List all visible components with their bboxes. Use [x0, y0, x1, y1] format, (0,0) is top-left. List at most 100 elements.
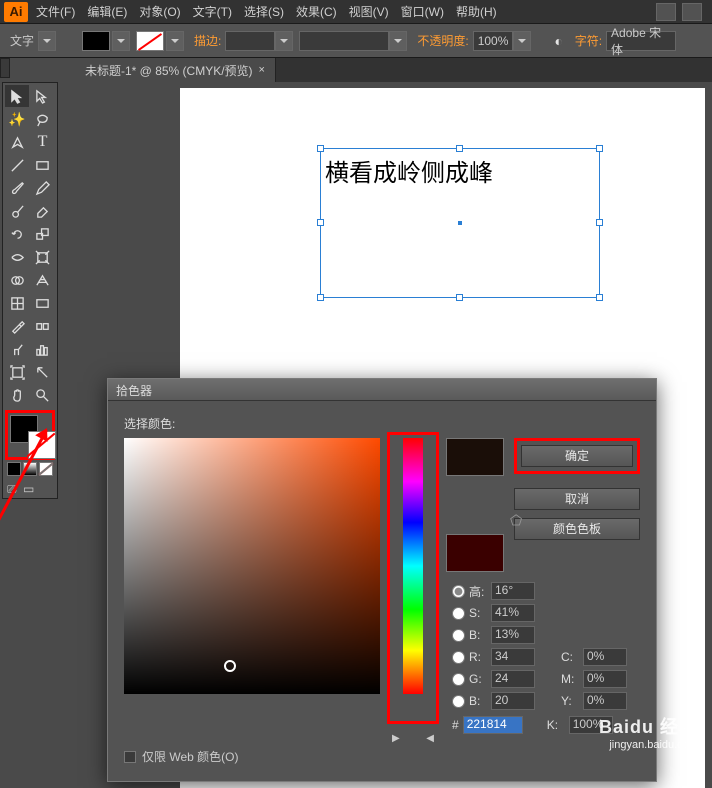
menu-select[interactable]: 选择(S) — [244, 3, 284, 20]
document-tab[interactable]: 未标题-1* @ 85% (CMYK/预览) × — [75, 58, 276, 82]
handle-bm[interactable] — [456, 294, 463, 301]
tool-preset-menu[interactable] — [38, 31, 56, 51]
fill-dropdown[interactable] — [112, 31, 130, 51]
y-field[interactable]: 0% — [583, 692, 627, 710]
paintbrush-tool[interactable] — [5, 177, 29, 199]
hue-arrow-left[interactable]: ▶ — [392, 733, 400, 744]
blob-brush-tool[interactable] — [5, 200, 29, 222]
rectangle-tool[interactable] — [31, 154, 55, 176]
artboard-tool[interactable] — [5, 361, 29, 383]
type-tool[interactable]: T — [31, 131, 55, 153]
eraser-tool[interactable] — [31, 200, 55, 222]
s-field[interactable]: 41% — [491, 604, 535, 622]
arrange-icon[interactable] — [682, 3, 702, 21]
close-tab-icon[interactable]: × — [259, 64, 265, 76]
color-field[interactable] — [124, 438, 380, 694]
menu-window[interactable]: 窗口(W) — [401, 3, 444, 20]
screen-mode-toggle-2[interactable]: ▭ — [23, 482, 37, 496]
hue-arrow-right[interactable]: ◀ — [426, 733, 434, 744]
handle-tm[interactable] — [456, 145, 463, 152]
r-radio[interactable] — [452, 651, 465, 664]
character-label: 字符: — [575, 32, 602, 49]
menu-effect[interactable]: 效果(C) — [296, 3, 337, 20]
web-only-row[interactable]: 仅限 Web 颜色(O) — [124, 748, 640, 765]
handle-tr[interactable] — [596, 145, 603, 152]
menu-type[interactable]: 文字(T) — [193, 3, 232, 20]
selection-tool[interactable] — [5, 85, 29, 107]
menu-view[interactable]: 视图(V) — [349, 3, 389, 20]
hex-label: # — [452, 718, 459, 732]
g-label: G: — [469, 672, 487, 686]
handle-mr[interactable] — [596, 219, 603, 226]
g-radio[interactable] — [452, 673, 465, 686]
hex-field[interactable]: 221814 — [463, 716, 523, 734]
h-field[interactable]: 16° — [491, 582, 535, 600]
stroke-weight-dropdown[interactable] — [275, 31, 293, 51]
stroke-weight-field[interactable] — [225, 31, 275, 51]
perspective-grid-tool[interactable] — [31, 269, 55, 291]
hue-slider[interactable] — [403, 438, 423, 694]
dialog-title[interactable]: 拾色器 — [108, 379, 656, 401]
blend-tool[interactable] — [31, 315, 55, 337]
symbol-sprayer-tool[interactable] — [5, 338, 29, 360]
stroke-dropdown[interactable] — [166, 31, 184, 51]
b-field[interactable]: 13% — [491, 626, 535, 644]
swatches-button[interactable]: 颜色色板 — [514, 518, 640, 540]
scale-tool[interactable] — [31, 223, 55, 245]
bval-radio[interactable] — [452, 695, 465, 708]
h-radio[interactable] — [452, 585, 465, 598]
magic-wand-tool[interactable]: ✨ — [5, 108, 29, 130]
bval-field[interactable]: 20 — [491, 692, 535, 710]
r-field[interactable]: 34 — [491, 648, 535, 666]
profile-dropdown[interactable] — [389, 31, 407, 51]
font-field[interactable]: Adobe 宋体 — [606, 31, 676, 51]
column-graph-tool[interactable] — [31, 338, 55, 360]
shape-builder-tool[interactable] — [5, 269, 29, 291]
cube-icon[interactable]: ⬠ — [510, 512, 526, 528]
fill-swatch[interactable] — [82, 31, 110, 51]
mesh-tool[interactable] — [5, 292, 29, 314]
handle-ml[interactable] — [317, 219, 324, 226]
mode-color[interactable] — [7, 462, 21, 476]
ok-button[interactable]: 确定 — [521, 445, 633, 467]
opacity-dropdown[interactable] — [513, 31, 531, 51]
stroke-swatch[interactable] — [136, 31, 164, 51]
pen-tool[interactable] — [5, 131, 29, 153]
menu-help[interactable]: 帮助(H) — [456, 3, 497, 20]
rotate-tool[interactable] — [5, 223, 29, 245]
handle-tl[interactable] — [317, 145, 324, 152]
pencil-tool[interactable] — [31, 177, 55, 199]
eyedropper-tool[interactable] — [5, 315, 29, 337]
recolor-icon[interactable]: ◐ — [547, 30, 571, 52]
c-field[interactable]: 0% — [583, 648, 627, 666]
profile-field[interactable] — [299, 31, 389, 51]
text-frame[interactable]: 横看成岭侧成峰 — [320, 148, 600, 298]
width-tool[interactable] — [5, 246, 29, 268]
handle-bl[interactable] — [317, 294, 324, 301]
lasso-tool[interactable] — [31, 108, 55, 130]
free-transform-tool[interactable] — [31, 246, 55, 268]
tab-strip: 未标题-1* @ 85% (CMYK/预览) × — [75, 58, 712, 82]
menu-object[interactable]: 对象(O) — [139, 3, 180, 20]
center-point — [458, 221, 462, 225]
s-radio[interactable] — [452, 607, 465, 620]
gradient-tool[interactable] — [31, 292, 55, 314]
direct-selection-tool[interactable] — [31, 85, 55, 107]
sidebar-tab[interactable] — [0, 58, 10, 78]
mode-none[interactable] — [39, 462, 53, 476]
menu-edit[interactable]: 编辑(E) — [87, 3, 127, 20]
text-content[interactable]: 横看成岭侧成峰 — [321, 149, 599, 192]
line-tool[interactable] — [5, 154, 29, 176]
opacity-field[interactable]: 100% — [473, 31, 513, 51]
handle-br[interactable] — [596, 294, 603, 301]
bridge-icon[interactable] — [656, 3, 676, 21]
color-field-cursor[interactable] — [224, 660, 236, 672]
hand-tool[interactable] — [5, 384, 29, 406]
m-field[interactable]: 0% — [583, 670, 627, 688]
cancel-button[interactable]: 取消 — [514, 488, 640, 510]
g-field[interactable]: 24 — [491, 670, 535, 688]
b-radio[interactable] — [452, 629, 465, 642]
menu-file[interactable]: 文件(F) — [36, 3, 75, 20]
zoom-tool[interactable] — [31, 384, 55, 406]
slice-tool[interactable] — [31, 361, 55, 383]
